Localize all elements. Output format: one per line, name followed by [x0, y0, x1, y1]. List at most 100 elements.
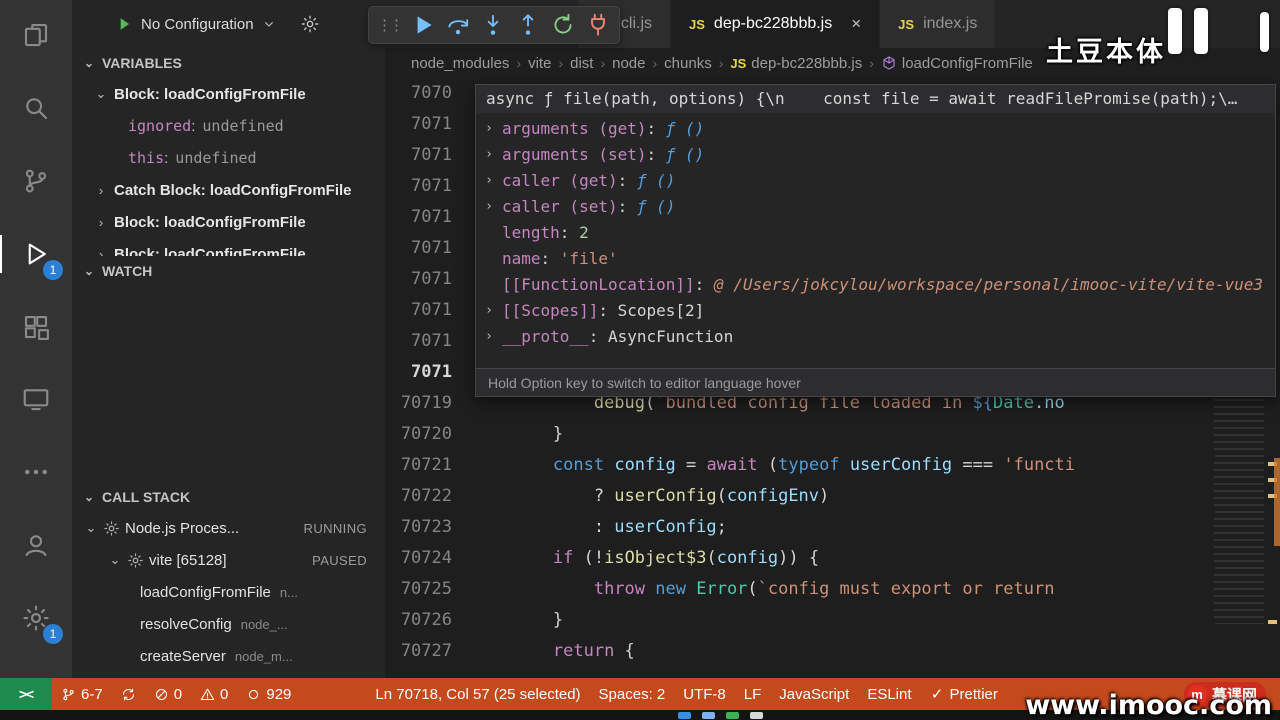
- tab-dep-bc228bbb.js[interactable]: JS dep-bc228bbb.js ×: [671, 0, 881, 48]
- disconnect-icon[interactable]: [585, 12, 611, 38]
- chevron-down-icon[interactable]: [261, 16, 277, 32]
- hover-property-row[interactable]: › caller (get): ƒ (): [476, 168, 1275, 194]
- breadcrumb-item[interactable]: loadConfigFromFile: [881, 55, 1033, 72]
- hover-property-row[interactable]: › caller (set): ƒ (): [476, 194, 1275, 220]
- status-item-cursor-position[interactable]: Ln 70718, Col 57 (25 selected): [366, 678, 589, 710]
- chevron-right-icon[interactable]: ›: [476, 116, 502, 142]
- variable-scope-row[interactable]: › Block: loadConfigFromFile: [72, 238, 385, 257]
- debug-config-select[interactable]: No Configuration: [141, 16, 254, 33]
- restart-icon[interactable]: [550, 12, 576, 38]
- breadcrumb-item[interactable]: chunks: [664, 55, 712, 72]
- line-number[interactable]: 70721: [385, 450, 471, 481]
- variable-scope-row[interactable]: › Block: loadConfigFromFile: [72, 206, 385, 238]
- step-over-icon[interactable]: [445, 12, 471, 38]
- code-line[interactable]: 70724 if (!isObject$3(config)) {: [385, 543, 1280, 574]
- line-number[interactable]: 7071: [385, 326, 471, 357]
- tab-index.js[interactable]: JS index.js: [880, 0, 997, 48]
- line-number[interactable]: 7071: [385, 357, 471, 388]
- scrollbar-thumb[interactable]: [1274, 458, 1280, 546]
- line-number[interactable]: 70724: [385, 543, 471, 574]
- variable-row[interactable]: this: undefined: [72, 142, 385, 174]
- chevron-down-icon[interactable]: ⌄: [108, 552, 122, 568]
- code-line[interactable]: 70725 throw new Error(`config must expor…: [385, 574, 1280, 605]
- breadcrumb-item[interactable]: JS dep-bc228bbb.js: [730, 55, 862, 72]
- stack-frame-row[interactable]: loadConfigFromFile n...: [72, 576, 385, 608]
- step-into-icon[interactable]: [480, 12, 506, 38]
- chevron-right-icon[interactable]: ›: [476, 194, 502, 220]
- status-item-counter[interactable]: 929: [237, 678, 300, 710]
- debug-session-row[interactable]: ⌄ vite [65128] PAUSED: [72, 544, 385, 576]
- drag-grip-icon[interactable]: ⋮⋮: [377, 16, 404, 34]
- line-number[interactable]: 7071: [385, 171, 471, 202]
- activity-item-extensions[interactable]: [12, 304, 60, 350]
- breadcrumb-item[interactable]: dist: [570, 55, 593, 72]
- code-line[interactable]: 70722 ? userConfig(configEnv): [385, 481, 1280, 512]
- variable-row[interactable]: ignored: undefined: [72, 110, 385, 142]
- status-item-language[interactable]: JavaScript: [770, 678, 858, 710]
- line-number[interactable]: 70726: [385, 605, 471, 636]
- stack-frame-row[interactable]: resolveConfig node_...: [72, 608, 385, 640]
- activity-item-source-control[interactable]: [12, 158, 60, 204]
- watch-section-header[interactable]: ⌄ WATCH: [72, 256, 385, 286]
- activity-item-search[interactable]: [12, 85, 60, 131]
- line-number[interactable]: 70725: [385, 574, 471, 605]
- stack-frame-row[interactable]: createServer node_m...: [72, 640, 385, 672]
- chevron-icon[interactable]: ›: [94, 215, 108, 230]
- line-number[interactable]: 70727: [385, 636, 471, 667]
- line-number[interactable]: 7071: [385, 109, 471, 140]
- chevron-right-icon[interactable]: ›: [476, 168, 502, 194]
- variable-scope-row[interactable]: › Catch Block: loadConfigFromFile: [72, 174, 385, 206]
- status-item-prettier[interactable]: ✓ Prettier: [921, 678, 1007, 710]
- callstack-section-header[interactable]: ⌄ CALL STACK: [72, 482, 385, 512]
- chevron-right-icon[interactable]: ›: [476, 324, 502, 350]
- remote-indicator[interactable]: ><: [0, 678, 52, 710]
- activity-item-settings[interactable]: 1: [12, 595, 63, 645]
- line-number[interactable]: 70722: [385, 481, 471, 512]
- breadcrumb-item[interactable]: node_modules: [411, 55, 509, 72]
- code-line[interactable]: 70727 return {: [385, 636, 1280, 667]
- status-item-git-branch[interactable]: 6-7: [52, 678, 112, 710]
- line-number[interactable]: 70719: [385, 388, 471, 419]
- status-item-warnings[interactable]: 0: [191, 678, 237, 710]
- chevron-right-icon[interactable]: ›: [476, 142, 502, 168]
- line-number[interactable]: 70723: [385, 512, 471, 543]
- status-item-eol[interactable]: LF: [735, 678, 771, 710]
- activity-item-remote-explorer[interactable]: [12, 376, 60, 422]
- code-editor[interactable]: 7070 7071 7071 7071 7071 7071 7071 7071 7071 7071…: [385, 78, 1280, 678]
- chevron-down-icon[interactable]: ⌄: [84, 520, 98, 536]
- code-line[interactable]: 70723 : userConfig;: [385, 512, 1280, 543]
- activity-item-more-views[interactable]: [12, 449, 60, 495]
- close-icon[interactable]: ×: [851, 14, 861, 34]
- line-number[interactable]: 7071: [385, 233, 471, 264]
- code-line[interactable]: 70721 const config = await (typeof userC…: [385, 450, 1280, 481]
- variable-scope-row[interactable]: ⌄ Block: loadConfigFromFile: [72, 78, 385, 110]
- hover-property-row[interactable]: › arguments (get): ƒ (): [476, 116, 1275, 142]
- debug-session-row[interactable]: ⌄ Node.js Proces... RUNNING: [72, 512, 385, 544]
- hover-property-row[interactable]: › arguments (set): ƒ (): [476, 142, 1275, 168]
- chevron-icon[interactable]: ›: [94, 183, 108, 198]
- code-line[interactable]: 70720 }: [385, 419, 1280, 450]
- line-number[interactable]: 7071: [385, 264, 471, 295]
- line-number[interactable]: 70720: [385, 419, 471, 450]
- start-debugging-icon[interactable]: [114, 14, 134, 34]
- activity-item-run-debug[interactable]: 1: [0, 231, 63, 280]
- status-item-errors[interactable]: 0: [145, 678, 191, 710]
- line-number[interactable]: 7070: [385, 78, 471, 109]
- status-item-eslint[interactable]: ESLint: [858, 678, 920, 710]
- continue-icon[interactable]: [410, 12, 436, 38]
- step-out-icon[interactable]: [515, 12, 541, 38]
- variables-section-header[interactable]: ⌄ VARIABLES: [72, 48, 385, 78]
- chevron-right-icon[interactable]: ›: [476, 298, 502, 324]
- chevron-icon[interactable]: ⌄: [94, 86, 108, 102]
- status-item-sync[interactable]: [112, 678, 145, 710]
- breadcrumb-item[interactable]: node: [612, 55, 645, 72]
- line-number[interactable]: 7071: [385, 295, 471, 326]
- hover-property-row[interactable]: › __proto__: AsyncFunction: [476, 324, 1275, 350]
- line-number[interactable]: 7071: [385, 202, 471, 233]
- line-number[interactable]: 7071: [385, 140, 471, 171]
- status-item-indentation[interactable]: Spaces: 2: [590, 678, 675, 710]
- status-item-encoding[interactable]: UTF-8: [674, 678, 735, 710]
- hover-property-row[interactable]: › [[Scopes]]: Scopes[2]: [476, 298, 1275, 324]
- chevron-icon[interactable]: ›: [94, 247, 108, 257]
- activity-item-explorer[interactable]: [12, 12, 60, 58]
